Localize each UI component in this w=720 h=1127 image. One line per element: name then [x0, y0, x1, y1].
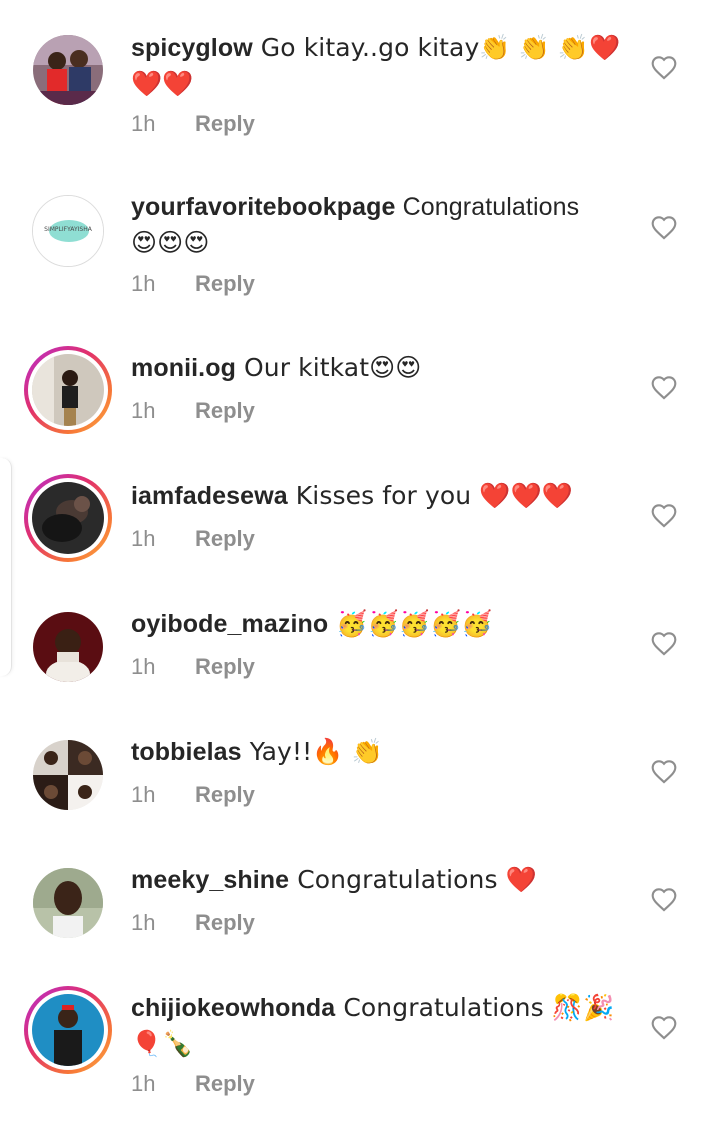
- avatar: [32, 354, 104, 426]
- comment-text: chijiokeowhonda Congratulations 🎊🎉 🎈🍾: [131, 990, 631, 1062]
- avatar-button[interactable]: [24, 26, 112, 114]
- reply-button[interactable]: Reply: [195, 526, 255, 551]
- comment-username[interactable]: tobbielas: [131, 738, 242, 766]
- heart-outline-icon[interactable]: [650, 1014, 678, 1040]
- comment-meta: 1h Reply: [131, 909, 255, 937]
- comment-text: oyibode_mazino 🥳🥳🥳🥳🥳: [131, 606, 631, 642]
- heart-outline-icon[interactable]: [650, 886, 678, 912]
- comment-username[interactable]: monii.og: [131, 354, 236, 382]
- avatar: SIMPLIFYAYISHA: [32, 195, 104, 267]
- comment-time: 1h: [131, 782, 156, 807]
- comment-body-line2: 😍😍😍: [131, 228, 210, 257]
- comment-body: Yay!!🔥 👏: [241, 737, 383, 766]
- comment-text: tobbielas Yay!!🔥 👏: [131, 734, 631, 770]
- comment-time: 1h: [131, 654, 156, 679]
- avatar-story-button[interactable]: [24, 474, 112, 562]
- comment-username[interactable]: chijiokeowhonda: [131, 994, 335, 1022]
- reply-button[interactable]: Reply: [195, 111, 255, 136]
- comment-body: Congratulations 🎊🎉: [335, 993, 615, 1022]
- comment-time: 1h: [131, 271, 156, 296]
- comment-time: 1h: [131, 526, 156, 551]
- comment-text: iamfadesewa Kisses for you ❤️❤️❤️: [131, 478, 631, 514]
- comment-meta: 1h Reply: [131, 110, 255, 138]
- avatar-story-button[interactable]: [24, 986, 112, 1074]
- heart-outline-icon[interactable]: [650, 214, 678, 240]
- comment-meta: 1h Reply: [131, 397, 255, 425]
- reply-button[interactable]: Reply: [195, 782, 255, 807]
- comment-time: 1h: [131, 398, 156, 423]
- comment-time: 1h: [131, 1071, 156, 1096]
- heart-outline-icon[interactable]: [650, 758, 678, 784]
- heart-outline-icon[interactable]: [650, 502, 678, 528]
- comment-body: Congratulations ❤️: [289, 865, 537, 894]
- avatar-button[interactable]: [24, 603, 112, 691]
- story-ring-gap: [28, 478, 108, 558]
- comment-body: Go kitay..go kitay👏 👏 👏❤️: [252, 33, 621, 62]
- comment-username[interactable]: oyibode_mazino: [131, 610, 328, 638]
- comment-username[interactable]: spicyglow: [131, 34, 253, 62]
- comment-meta: 1h Reply: [131, 1070, 255, 1098]
- comment-time: 1h: [131, 910, 156, 935]
- heart-outline-icon[interactable]: [650, 54, 678, 80]
- comment-body-line2: 🎈🍾: [131, 1029, 194, 1058]
- avatar-button[interactable]: [24, 859, 112, 947]
- reply-button[interactable]: Reply: [195, 910, 255, 935]
- reply-button[interactable]: Reply: [195, 654, 255, 679]
- comment-username[interactable]: iamfadesewa: [131, 482, 288, 510]
- avatar: [32, 482, 104, 554]
- comment-meta: 1h Reply: [131, 525, 255, 553]
- avatar-button[interactable]: SIMPLIFYAYISHA: [24, 187, 112, 275]
- avatar: [32, 994, 104, 1066]
- story-ring-gap: [28, 990, 108, 1070]
- avatar: [33, 868, 103, 938]
- comment-meta: 1h Reply: [131, 653, 255, 681]
- comment-meta: 1h Reply: [131, 781, 255, 809]
- avatar: [33, 35, 103, 105]
- side-panel-edge: [0, 458, 12, 676]
- comment-body: Our kitkat😍😍: [235, 353, 422, 382]
- comment-text: meeky_shine Congratulations ❤️: [131, 862, 631, 898]
- reply-button[interactable]: Reply: [195, 1071, 255, 1096]
- comment-body: Congratulations: [395, 193, 580, 221]
- comment-meta: 1h Reply: [131, 270, 255, 298]
- avatar: [33, 740, 103, 810]
- story-ring-gap: [28, 350, 108, 430]
- comment-body-line2: ❤️❤️: [131, 69, 194, 98]
- reply-button[interactable]: Reply: [195, 271, 255, 296]
- reply-button[interactable]: Reply: [195, 398, 255, 423]
- comment-body: Kisses for you ❤️❤️❤️: [287, 481, 573, 510]
- comment-text: yourfavoritebookpage Congratulations 😍😍😍: [131, 190, 631, 261]
- comment-text: monii.og Our kitkat😍😍: [131, 350, 631, 386]
- heart-outline-icon[interactable]: [650, 374, 678, 400]
- comment-body: 🥳🥳🥳🥳🥳: [328, 609, 493, 638]
- comment-username[interactable]: meeky_shine: [131, 866, 289, 894]
- avatar-logo-text: SIMPLIFYAYISHA: [44, 226, 92, 233]
- avatar: [33, 612, 103, 682]
- avatar-button[interactable]: [24, 731, 112, 819]
- heart-outline-icon[interactable]: [650, 630, 678, 656]
- comment-text: spicyglow Go kitay..go kitay👏 👏 👏❤️ ❤️❤️: [131, 30, 631, 102]
- avatar-story-button[interactable]: [24, 346, 112, 434]
- comments-page: spicyglow Go kitay..go kitay👏 👏 👏❤️ ❤️❤️…: [0, 0, 720, 1127]
- comment-username[interactable]: yourfavoritebookpage: [131, 193, 396, 221]
- comment-time: 1h: [131, 111, 156, 136]
